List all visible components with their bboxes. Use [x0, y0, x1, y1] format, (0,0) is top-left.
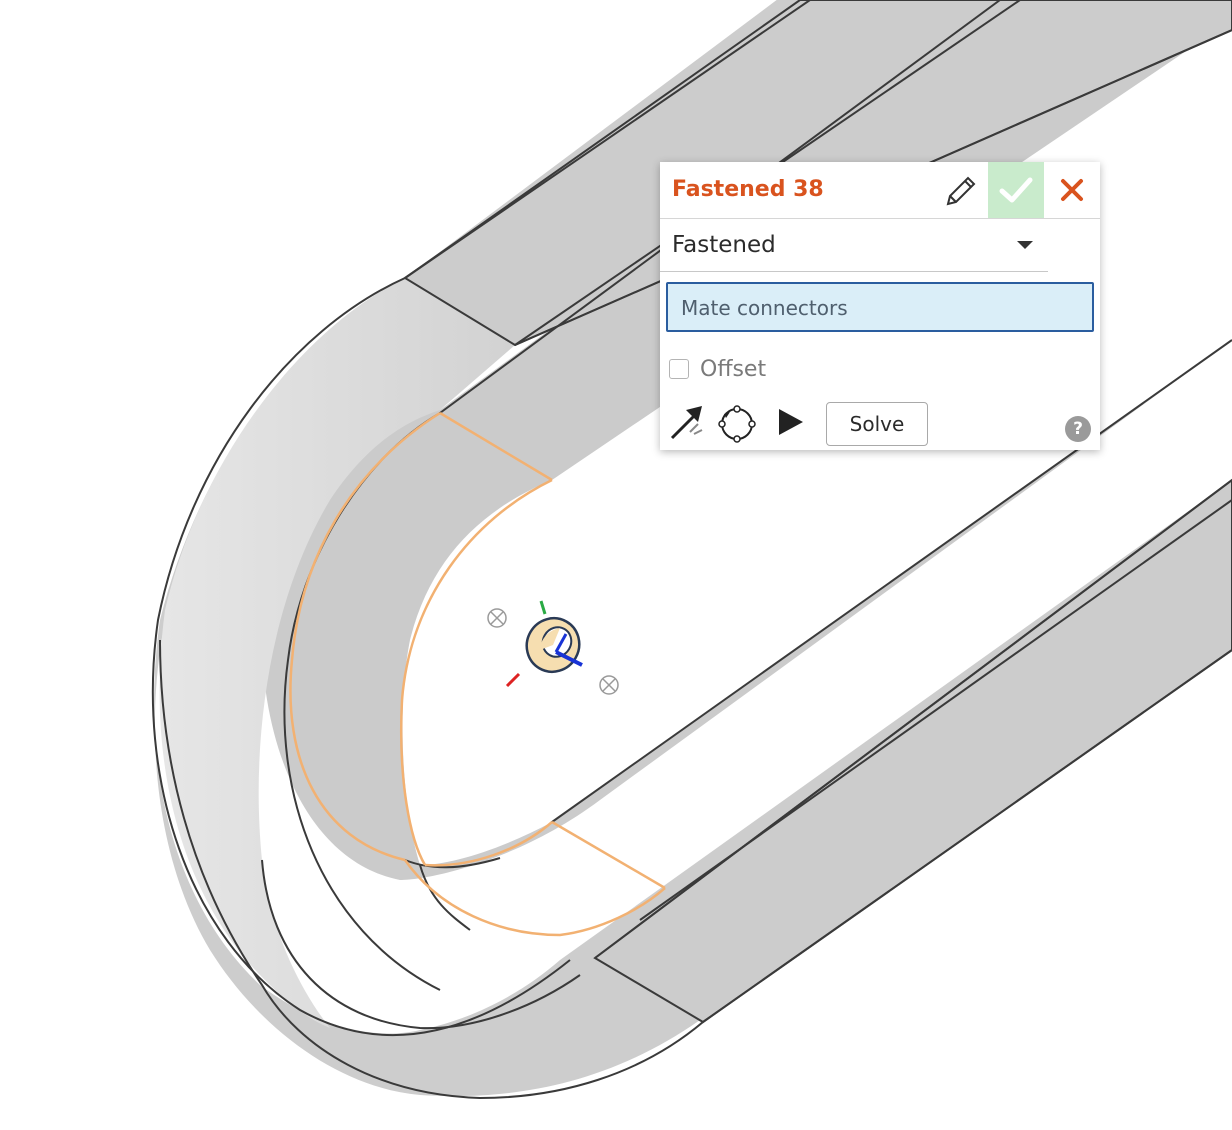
offset-checkbox[interactable] — [669, 359, 689, 379]
chevron-down-icon — [1017, 241, 1033, 249]
close-x-icon — [1061, 179, 1083, 201]
dialog-title: Fastened 38 — [672, 177, 824, 202]
dialog-header: Fastened 38 — [660, 162, 1100, 219]
accept-button[interactable] — [988, 162, 1044, 218]
offset-label: Offset — [700, 357, 767, 382]
solve-button[interactable]: Solve — [826, 402, 928, 446]
reorient-secondary-axis-button[interactable] — [716, 402, 758, 444]
flip-primary-axis-button[interactable] — [666, 402, 706, 442]
reorient-secondary-axis-icon — [718, 405, 756, 443]
cancel-button[interactable] — [1050, 168, 1094, 212]
mate-type-value: Fastened — [672, 232, 776, 258]
mate-type-dropdown[interactable]: Fastened — [660, 219, 1048, 272]
play-animate-icon — [779, 409, 803, 435]
animate-button[interactable] — [776, 406, 806, 438]
mate-connectors-label: Mate connectors — [681, 296, 848, 320]
edit-name-button[interactable] — [940, 172, 980, 212]
flip-primary-axis-icon — [670, 406, 703, 440]
help-icon[interactable]: ? — [1065, 416, 1091, 442]
pencil-icon — [946, 176, 976, 206]
mate-feature-dialog: Fastened 38 Fastened Mate connectors Off… — [660, 162, 1100, 450]
mate-connectors-field[interactable]: Mate connectors — [666, 282, 1094, 332]
checkmark-icon — [999, 177, 1033, 203]
